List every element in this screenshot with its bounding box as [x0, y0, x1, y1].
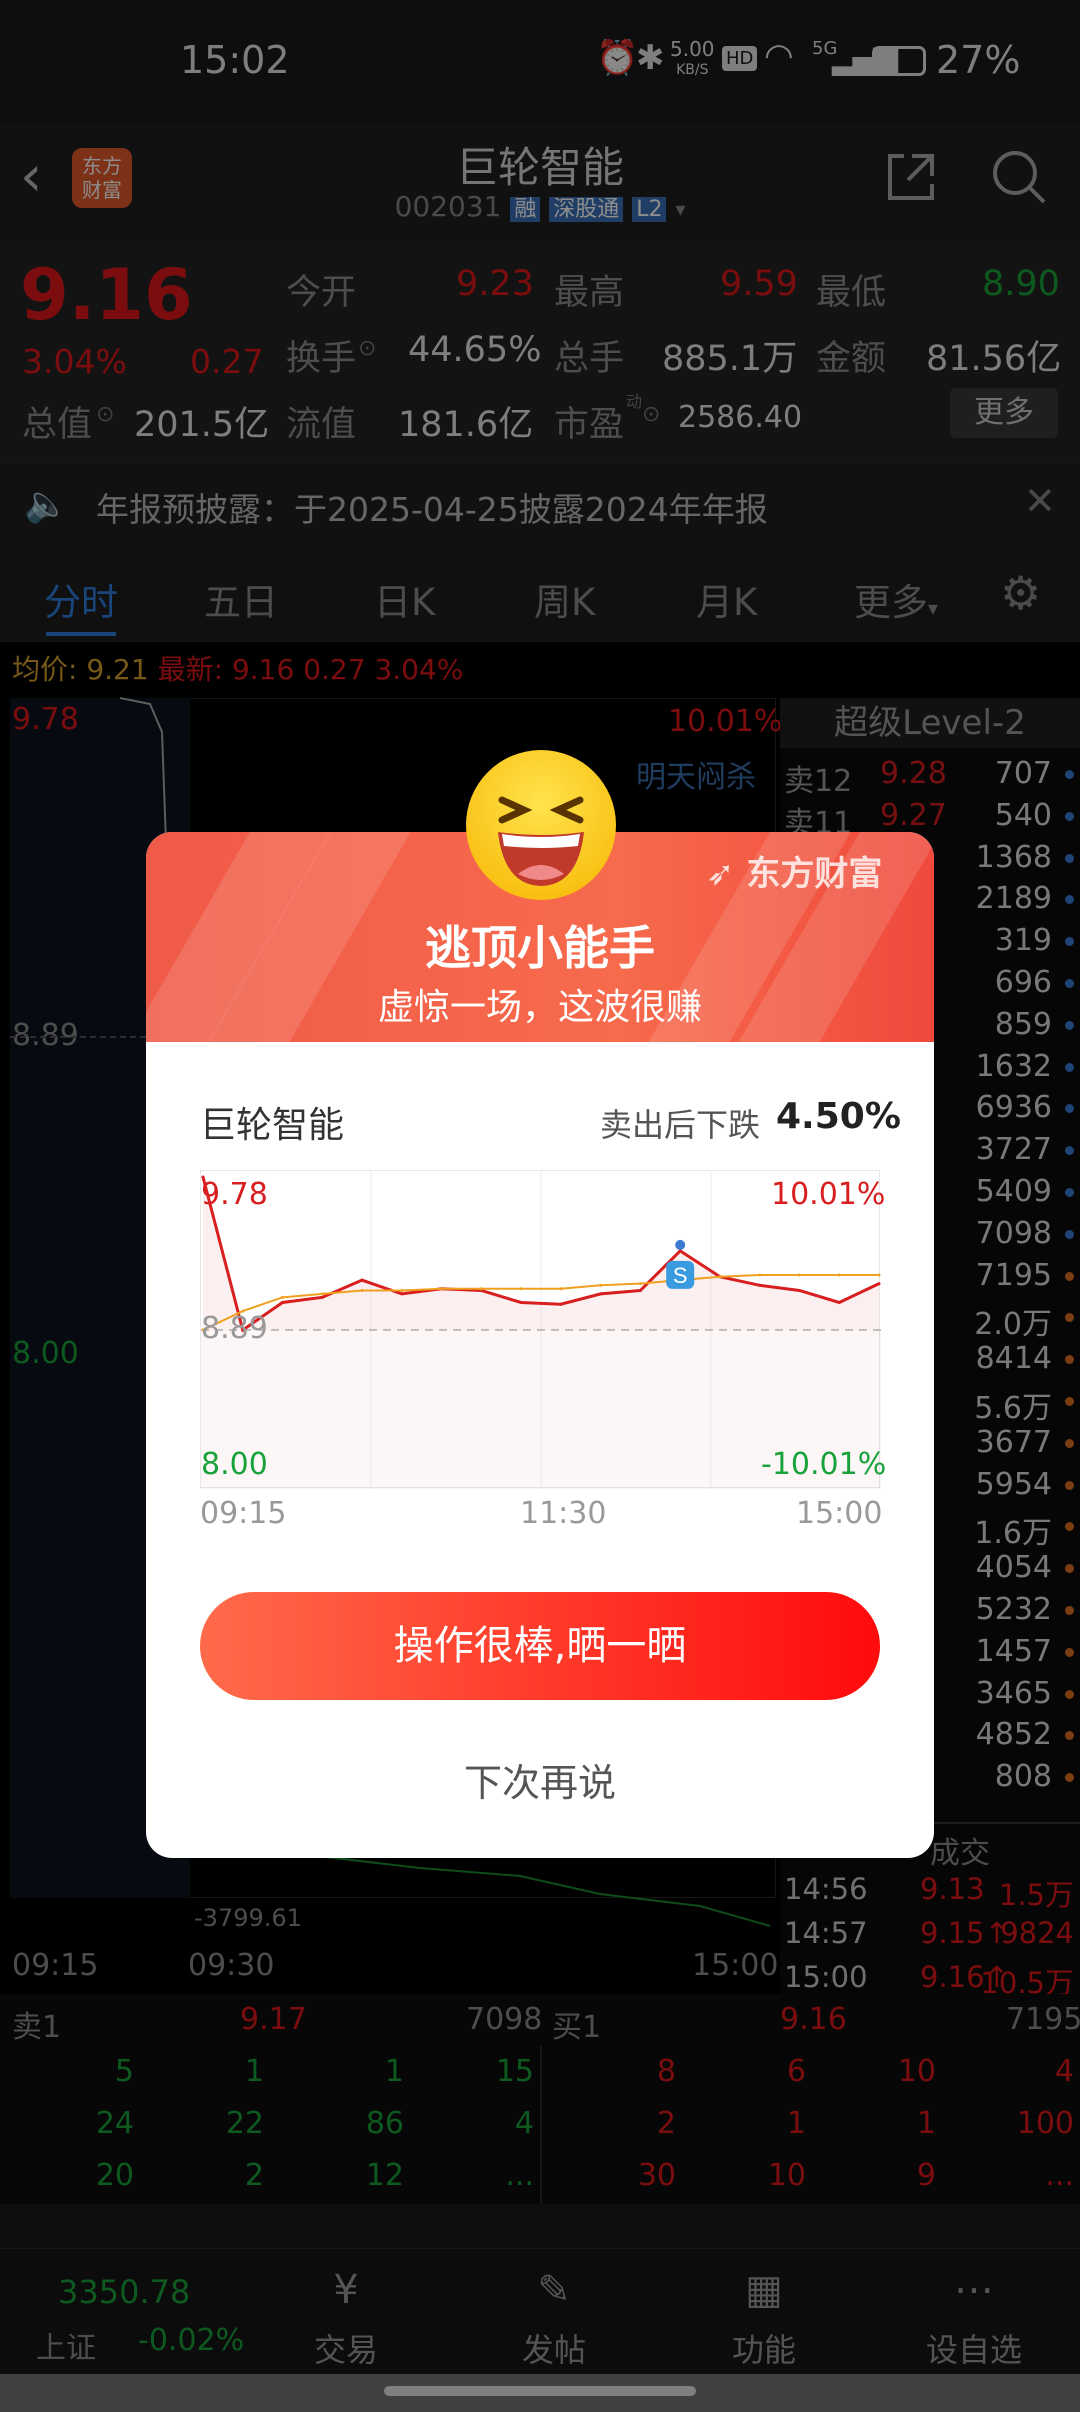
achievement-dialog: ➶ 东方财富 逃顶小能手 虚惊一场，这波很赚 巨轮智能 卖出后下跌 4.50% … — [146, 832, 934, 1858]
x-tick-start: 09:15 — [200, 1496, 287, 1531]
average-point — [519, 1287, 523, 1291]
average-point — [479, 1287, 483, 1291]
brand-watermark: ➶ 东方财富 — [706, 854, 883, 894]
price-point — [400, 1292, 404, 1296]
average-point — [320, 1292, 324, 1296]
price-point — [559, 1302, 563, 1306]
average-point — [360, 1288, 364, 1292]
average-point — [599, 1283, 603, 1287]
x-tick-mid: 11:30 — [520, 1496, 607, 1531]
price-point — [519, 1300, 523, 1304]
stock-name: 巨轮智能 — [200, 1105, 345, 1146]
laughing-face-icon — [466, 750, 616, 900]
average-point — [638, 1282, 642, 1286]
average-point — [758, 1273, 762, 1277]
average-point — [877, 1273, 881, 1277]
mini-chart-top-right: 10.01% — [771, 1177, 886, 1212]
price-point — [758, 1283, 762, 1287]
average-point — [718, 1275, 722, 1279]
mini-chart: S 9.78 10.01% 8.89 8.00 -10.01% — [200, 1170, 886, 1489]
dialog-subtitle: 虚惊一场，这波很赚 — [377, 987, 702, 1028]
sell-marker-label: S — [673, 1263, 688, 1288]
x-tick-end: 15:00 — [796, 1496, 883, 1531]
drop-value: 4.50% — [776, 1096, 901, 1137]
price-point — [877, 1282, 881, 1286]
price-point — [837, 1300, 841, 1304]
average-point — [559, 1287, 563, 1291]
price-point — [360, 1278, 364, 1282]
mini-chart-bottom-right: -10.01% — [761, 1447, 887, 1482]
average-point — [797, 1273, 801, 1277]
price-point — [599, 1292, 603, 1296]
average-point — [440, 1287, 444, 1291]
price-point — [638, 1288, 642, 1292]
mini-chart-svg: S — [201, 1171, 881, 1489]
average-point — [837, 1273, 841, 1277]
sell-point — [675, 1239, 686, 1250]
dialog-title: 逃顶小能手 — [425, 921, 655, 975]
drop-label: 卖出后下跌 — [600, 1106, 761, 1144]
price-point — [320, 1295, 324, 1299]
average-point — [400, 1288, 404, 1292]
price-point — [281, 1300, 285, 1304]
dismiss-link[interactable]: 下次再说 — [146, 1752, 934, 1807]
share-button[interactable]: 操作很棒,晒一晒 — [200, 1592, 880, 1700]
mini-chart-mid-left: 8.89 — [201, 1311, 268, 1346]
mini-chart-bottom-left: 8.00 — [201, 1447, 268, 1482]
average-point — [281, 1295, 285, 1299]
price-point — [797, 1288, 801, 1292]
mini-chart-top-left: 9.78 — [201, 1177, 268, 1212]
